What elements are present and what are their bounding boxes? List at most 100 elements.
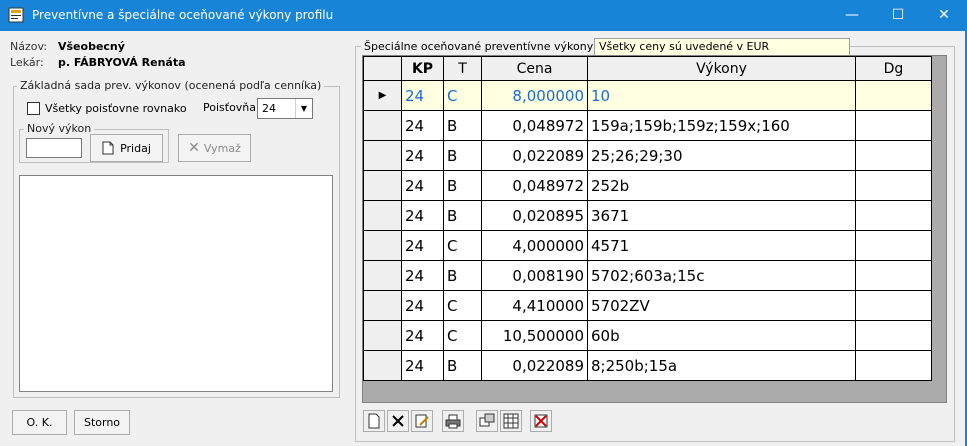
delete-button-label: Vymaž [203,141,241,155]
cell-kp[interactable]: 24 [401,170,444,201]
cell-dg[interactable] [855,350,932,381]
table-row[interactable]: ▶ 24 C 8,000000 10 [363,80,932,111]
delete-button[interactable]: ✕ Vymaž [178,134,251,162]
cell-t[interactable]: B [443,260,482,291]
cell-dg[interactable] [855,140,932,171]
add-button[interactable]: Pridaj [90,134,163,162]
all-insurers-checkbox[interactable] [27,102,40,115]
cell-vykony[interactable]: 3671 [587,200,856,231]
cell-vykony[interactable]: 5702;603a;15c [587,260,856,291]
cell-cena[interactable]: 0,048972 [481,170,588,201]
cell-kp[interactable]: 24 [401,230,444,261]
column-header-cena[interactable]: Cena [481,56,588,81]
special-services-grid[interactable]: KP T Cena Výkony Dg ▶ 24 C 8,000000 10 24 B 0,0… [362,55,947,403]
cell-kp[interactable]: 24 [401,140,444,171]
cell-kp[interactable]: 24 [401,290,444,321]
insurer-label: Poisťovňa [203,101,257,114]
cell-t[interactable]: C [443,230,482,261]
table-row[interactable]: 24 B 0,008190 5702;603a;15c [363,260,932,291]
new-record-button[interactable] [363,410,385,432]
row-indicator[interactable] [363,110,402,141]
cell-kp[interactable]: 24 [401,260,444,291]
column-header-vykony[interactable]: Výkony [587,56,856,81]
table-row[interactable]: 24 B 0,022089 25;26;29;30 [363,140,932,171]
cell-dg[interactable] [855,200,932,231]
cell-t[interactable]: B [443,110,482,141]
row-indicator[interactable] [363,140,402,171]
cell-dg[interactable] [855,320,932,351]
cell-vykony[interactable]: 252b [587,170,856,201]
cell-kp[interactable]: 24 [401,110,444,141]
cell-vykony[interactable]: 10 [587,80,856,111]
cell-cena[interactable]: 4,000000 [481,230,588,261]
maximize-button[interactable]: ☐ [875,0,921,31]
insurer-select[interactable]: 24 ▼ [257,98,313,119]
row-indicator[interactable] [363,320,402,351]
row-indicator[interactable] [363,230,402,261]
table-row[interactable]: 24 B 0,048972 252b [363,170,932,201]
cell-vykony[interactable]: 4571 [587,230,856,261]
cell-t[interactable]: C [443,80,482,111]
cancel-button[interactable]: Storno [74,410,130,435]
table-row[interactable]: 24 B 0,022089 8;250b;15a [363,350,932,381]
insurer-select-value: 24 [262,102,276,115]
row-indicator[interactable] [363,350,402,381]
cell-kp[interactable]: 24 [401,350,444,381]
cell-dg[interactable] [855,110,932,141]
minimize-button[interactable]: — [829,0,875,31]
cell-t[interactable]: C [443,320,482,351]
table-row[interactable]: 24 B 0,048972 159a;159b;159z;159x;160 [363,110,932,141]
cell-vykony[interactable]: 60b [587,320,856,351]
cell-t[interactable]: B [443,350,482,381]
table-row[interactable]: 24 C 4,410000 5702ZV [363,290,932,321]
grid-view-button[interactable] [500,410,522,432]
print-button[interactable] [442,410,464,432]
table-row[interactable]: 24 B 0,020895 3671 [363,200,932,231]
cell-t[interactable]: B [443,170,482,201]
title-bar[interactable]: Preventívne a špeciálne oceňované výkony… [0,0,967,31]
column-header-t[interactable]: T [443,56,482,81]
delete-filter-button[interactable] [530,410,552,432]
ok-button[interactable]: O. K. [12,410,67,435]
row-indicator[interactable] [363,200,402,231]
edit-record-button[interactable] [411,410,433,432]
cell-vykony[interactable]: 5702ZV [587,290,856,321]
row-indicator[interactable] [363,290,402,321]
column-header-dg[interactable]: Dg [855,56,932,81]
cell-cena[interactable]: 0,048972 [481,110,588,141]
cell-dg[interactable] [855,260,932,291]
cell-dg[interactable] [855,170,932,201]
column-header-kp[interactable]: KP [401,56,444,81]
delete-record-button[interactable] [387,410,409,432]
cell-dg[interactable] [855,290,932,321]
basic-services-list[interactable] [19,175,333,392]
close-button[interactable]: ✕ [921,0,967,31]
special-services-table: KP T Cena Výkony Dg ▶ 24 C 8,000000 10 24 B 0,0… [363,56,932,381]
cell-cena[interactable]: 4,410000 [481,290,588,321]
cell-kp[interactable]: 24 [401,80,444,111]
cell-kp[interactable]: 24 [401,320,444,351]
row-indicator[interactable] [363,170,402,201]
row-indicator[interactable]: ▶ [363,80,402,111]
cell-cena[interactable]: 0,020895 [481,200,588,231]
cell-cena[interactable]: 10,500000 [481,320,588,351]
cell-cena[interactable]: 0,022089 [481,140,588,171]
cell-cena[interactable]: 8,000000 [481,80,588,111]
cell-vykony[interactable]: 25;26;29;30 [587,140,856,171]
export-button[interactable] [476,410,498,432]
cell-kp[interactable]: 24 [401,200,444,231]
cell-t[interactable]: C [443,290,482,321]
cell-t[interactable]: B [443,140,482,171]
cell-vykony[interactable]: 159a;159b;159z;159x;160 [587,110,856,141]
row-indicator[interactable] [363,260,402,291]
table-row[interactable]: 24 C 4,000000 4571 [363,230,932,261]
cell-dg[interactable] [855,80,932,111]
cell-dg[interactable] [855,230,932,261]
table-row[interactable]: 24 C 10,500000 60b [363,320,932,351]
cell-t[interactable]: B [443,200,482,231]
cell-vykony[interactable]: 8;250b;15a [587,350,856,381]
chevron-down-icon[interactable]: ▼ [295,99,312,118]
new-service-input[interactable] [26,138,82,158]
cell-cena[interactable]: 0,008190 [481,260,588,291]
cell-cena[interactable]: 0,022089 [481,350,588,381]
